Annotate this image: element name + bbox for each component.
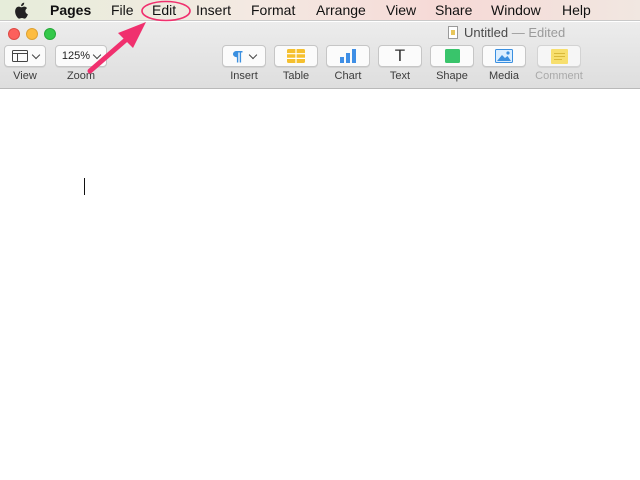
document-icon <box>448 26 458 39</box>
document-name[interactable]: Untitled <box>464 25 508 40</box>
menu-view[interactable]: View <box>386 2 416 19</box>
chart-label: Chart <box>334 70 362 82</box>
text-box-icon: T <box>394 46 406 65</box>
text-button[interactable]: T <box>378 45 422 67</box>
table-button[interactable] <box>274 45 318 67</box>
menu-bar: Pages File Edit Insert Format Arrange Vi… <box>0 0 640 21</box>
menu-share[interactable]: Share <box>435 2 472 19</box>
view-label: View <box>13 70 37 82</box>
title-separator: — <box>511 25 525 40</box>
pilcrow-icon <box>233 50 243 62</box>
text-label: Text <box>389 70 411 82</box>
comment-note-icon <box>550 48 568 64</box>
window-toolbar: Untitled — Edited View 125% Zoom Insert <box>0 22 640 89</box>
insert-label: Insert <box>230 70 258 82</box>
media-button[interactable] <box>482 45 526 67</box>
document-status: Edited <box>528 25 566 40</box>
square-shape-icon <box>444 49 460 63</box>
media-label: Media <box>489 70 519 82</box>
table-icon <box>287 49 305 63</box>
menu-format[interactable]: Format <box>251 2 295 19</box>
chevron-down-icon <box>31 50 40 59</box>
comment-button[interactable] <box>537 45 581 67</box>
shape-label: Shape <box>436 70 468 82</box>
zoom-value: 125% <box>61 50 91 62</box>
minimize-window-button[interactable] <box>26 28 38 40</box>
text-cursor <box>84 178 85 195</box>
menu-help[interactable]: Help <box>562 2 591 19</box>
zoom-select[interactable]: 125% <box>55 45 107 67</box>
view-button[interactable] <box>4 45 46 67</box>
menu-arrange[interactable]: Arrange <box>316 2 366 19</box>
document-canvas[interactable] <box>0 90 640 480</box>
zoom-window-button[interactable] <box>44 28 56 40</box>
menu-insert[interactable]: Insert <box>196 2 231 19</box>
table-label: Table <box>282 70 310 82</box>
comment-label: Comment <box>535 70 583 82</box>
apple-logo-icon[interactable] <box>14 2 30 19</box>
image-media-icon <box>495 49 513 63</box>
chevron-down-icon <box>248 50 258 59</box>
insert-button[interactable] <box>222 45 266 67</box>
chevron-down-icon <box>92 50 102 59</box>
chart-button[interactable] <box>326 45 370 67</box>
shape-button[interactable] <box>430 45 474 67</box>
menu-window[interactable]: Window <box>491 2 541 19</box>
zoom-label: Zoom <box>66 70 96 82</box>
document-title: Untitled — Edited <box>448 25 565 41</box>
bar-chart-icon <box>340 49 356 63</box>
close-window-button[interactable] <box>8 28 20 40</box>
menu-file[interactable]: File <box>111 2 134 19</box>
menu-edit[interactable]: Edit <box>152 2 176 19</box>
sidebar-layout-icon <box>11 50 28 62</box>
menu-app-pages[interactable]: Pages <box>50 2 91 19</box>
